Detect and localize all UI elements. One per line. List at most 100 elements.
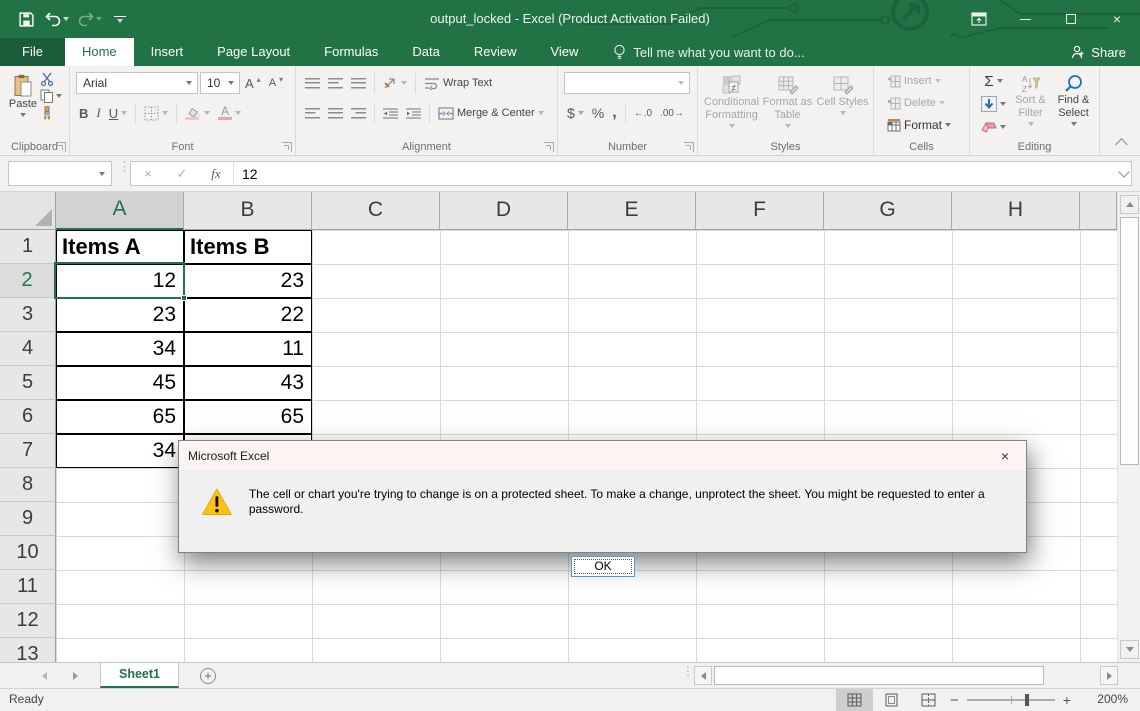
cell-A3[interactable]: 23 [56,298,184,332]
horizontal-scrollbar[interactable] [694,666,1118,685]
scroll-up-button[interactable] [1120,195,1139,214]
increase-decimal-button[interactable]: ←.0 [631,101,655,125]
tab-home[interactable]: Home [65,38,134,66]
select-all-button[interactable] [0,192,56,230]
delete-cells-button[interactable]: Delete [884,91,948,115]
format-as-table-button[interactable]: Format as Table [761,70,814,138]
normal-view-button[interactable] [836,689,873,711]
zoom-in-button[interactable]: + [1063,692,1071,708]
cell-B6[interactable]: 65 [184,400,312,434]
tell-me-box[interactable]: Tell me what you want to do... [613,38,804,66]
tab-data[interactable]: Data [395,38,456,66]
clipboard-dialog-launcher[interactable] [56,142,66,152]
format-painter-button[interactable] [40,106,62,120]
borders-button[interactable] [141,101,171,125]
zoom-out-button[interactable]: − [950,692,959,709]
tab-scrollbar-divider[interactable]: ⋮ [682,668,688,674]
column-header-D[interactable]: D [440,192,568,230]
decrease-decimal-button[interactable]: .00→ [657,101,687,125]
previous-sheet-icon[interactable] [42,672,47,680]
align-bottom-button[interactable] [348,71,369,95]
row-header-12[interactable]: 12 [0,604,56,638]
cell-styles-button[interactable]: Cell Styles [816,70,869,138]
sheet-tab-sheet1[interactable]: Sheet1 [100,663,179,688]
page-layout-view-button[interactable] [873,689,910,711]
column-header-B[interactable]: B [184,192,312,230]
sort-filter-button[interactable]: AZ Sort & Filter [1009,70,1052,138]
tab-review[interactable]: Review [457,38,534,66]
row-header-7[interactable]: 7 [0,434,56,468]
insert-cells-button[interactable]: Insert [884,69,944,93]
fill-color-button[interactable] [182,101,213,125]
cell-B5[interactable]: 43 [184,366,312,400]
row-header-11[interactable]: 11 [0,570,56,604]
conditional-formatting-button[interactable]: Conditional Formatting [704,70,759,138]
row-header-9[interactable]: 9 [0,502,56,536]
cell-A6[interactable]: 65 [56,400,184,434]
insert-function-button[interactable]: fx [199,166,233,182]
zoom-slider-thumb[interactable] [1025,694,1029,706]
underline-button[interactable]: U [106,101,130,125]
paste-dropdown-arrow[interactable] [20,113,26,117]
collapse-ribbon-icon[interactable] [1115,138,1128,151]
name-box[interactable] [8,161,112,186]
row-header-8[interactable]: 8 [0,468,56,502]
align-right-button[interactable] [348,101,369,125]
column-header-G[interactable]: G [824,192,952,230]
dialog-close-button[interactable]: × [984,441,1026,470]
row-header-13[interactable]: 13 [0,638,56,662]
grow-font-button[interactable]: A▴ [242,71,264,95]
cell-A5[interactable]: 45 [56,366,184,400]
minimize-button[interactable] [1002,0,1048,38]
percent-style-button[interactable]: % [589,101,607,125]
ok-button[interactable]: OK [571,556,635,577]
cell-A7[interactable]: 34 [56,434,184,468]
zoom-level[interactable]: 200% [1097,692,1128,706]
tab-page-layout[interactable]: Page Layout [200,38,307,66]
column-header-A[interactable]: A [56,192,184,230]
cell-B4[interactable]: 11 [184,332,312,366]
align-middle-button[interactable] [325,71,346,95]
cell-A4[interactable]: 34 [56,332,184,366]
maximize-button[interactable] [1048,0,1094,38]
clear-button[interactable] [978,116,1009,138]
scroll-right-button[interactable] [1100,666,1118,685]
font-color-button[interactable]: A [215,101,244,125]
copy-button[interactable] [40,89,62,103]
enter-button[interactable]: ✓ [165,166,199,182]
cell-B2[interactable]: 23 [184,264,312,298]
name-box-dropdown-arrow[interactable] [99,172,105,176]
page-break-view-button[interactable] [910,689,947,711]
increase-indent-button[interactable] [403,101,424,125]
formula-input[interactable]: 12 [242,166,258,182]
number-dialog-launcher[interactable] [684,142,694,152]
scroll-left-button[interactable] [694,666,712,685]
row-header-4[interactable]: 4 [0,332,56,366]
alignment-dialog-launcher[interactable] [544,142,554,152]
orientation-button[interactable] [380,71,410,95]
column-header-H[interactable]: H [952,192,1080,230]
font-dialog-launcher[interactable] [282,142,292,152]
row-header-1[interactable]: 1 [0,230,56,264]
tab-file[interactable]: File [0,38,65,66]
shrink-font-button[interactable]: A▾ [266,71,286,95]
find-select-button[interactable]: Find & Select [1052,70,1095,138]
next-sheet-icon[interactable] [73,672,78,680]
column-header-F[interactable]: F [696,192,824,230]
cell-A2[interactable]: 12 [56,264,184,298]
paste-button[interactable]: Paste [6,70,40,136]
cut-button[interactable] [40,72,62,86]
cell-A1[interactable]: Items A [56,230,184,264]
decrease-indent-button[interactable] [380,101,401,125]
column-header-C[interactable]: C [312,192,440,230]
row-header-6[interactable]: 6 [0,400,56,434]
font-name-combo[interactable]: Arial [76,72,198,94]
italic-button[interactable]: I [93,101,103,125]
row-header-2[interactable]: 2 [0,264,56,298]
ribbon-display-options-button[interactable] [956,0,1002,38]
scroll-down-button[interactable] [1120,640,1139,659]
number-format-combo[interactable] [564,72,690,94]
new-sheet-button[interactable]: + [200,668,216,684]
row-header-10[interactable]: 10 [0,536,56,570]
cell-B3[interactable]: 22 [184,298,312,332]
